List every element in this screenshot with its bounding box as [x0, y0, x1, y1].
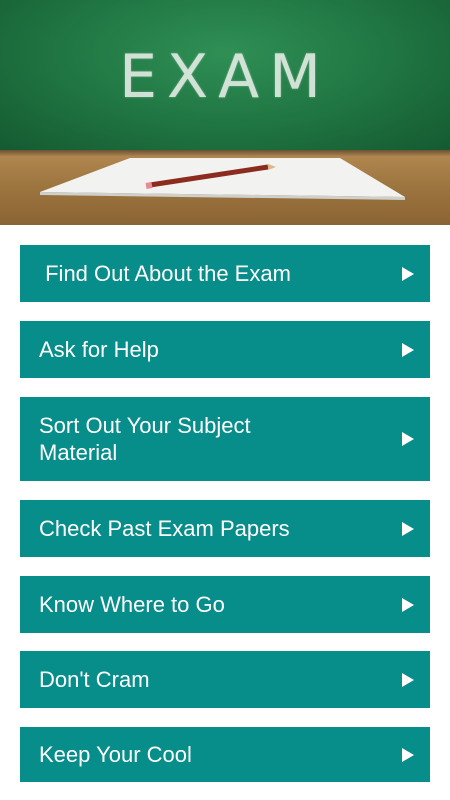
menu-item-label: Know Where to Go: [39, 592, 225, 617]
menu-item-keep-your-cool[interactable]: Keep Your Cool: [20, 727, 430, 782]
play-arrow-icon: [402, 266, 414, 281]
play-arrow-icon: [402, 672, 414, 687]
menu-item-check-past-exam-papers[interactable]: Check Past Exam Papers: [20, 500, 430, 557]
play-arrow-icon: [402, 521, 414, 536]
play-arrow-icon: [402, 747, 414, 762]
menu-item-find-out-about-exam[interactable]: Find Out About the Exam: [20, 245, 430, 302]
menu-item-label: Keep Your Cool: [39, 742, 192, 767]
menu-item-label: Ask for Help: [39, 337, 159, 362]
play-arrow-icon: [402, 342, 414, 357]
paper-sheet: [40, 158, 405, 197]
menu-item-know-where-to-go[interactable]: Know Where to Go: [20, 576, 430, 633]
menu-item-sort-out-subject-material[interactable]: Sort Out Your Subject Material: [20, 397, 430, 481]
menu-item-label: Find Out About the Exam: [39, 261, 291, 286]
menu-item-dont-cram[interactable]: Don't Cram: [20, 651, 430, 708]
menu-item-label: Check Past Exam Papers: [39, 516, 290, 541]
pencil-eraser: [145, 182, 153, 189]
menu-item-ask-for-help[interactable]: Ask for Help: [20, 321, 430, 378]
paper-and-pencil-illustration: [40, 158, 405, 200]
header-image: EXAM: [0, 0, 450, 225]
menu-item-label: Don't Cram: [39, 667, 150, 692]
play-arrow-icon: [402, 597, 414, 612]
menu-item-label: Sort Out Your Subject Material: [39, 413, 251, 465]
play-arrow-icon: [402, 432, 414, 446]
